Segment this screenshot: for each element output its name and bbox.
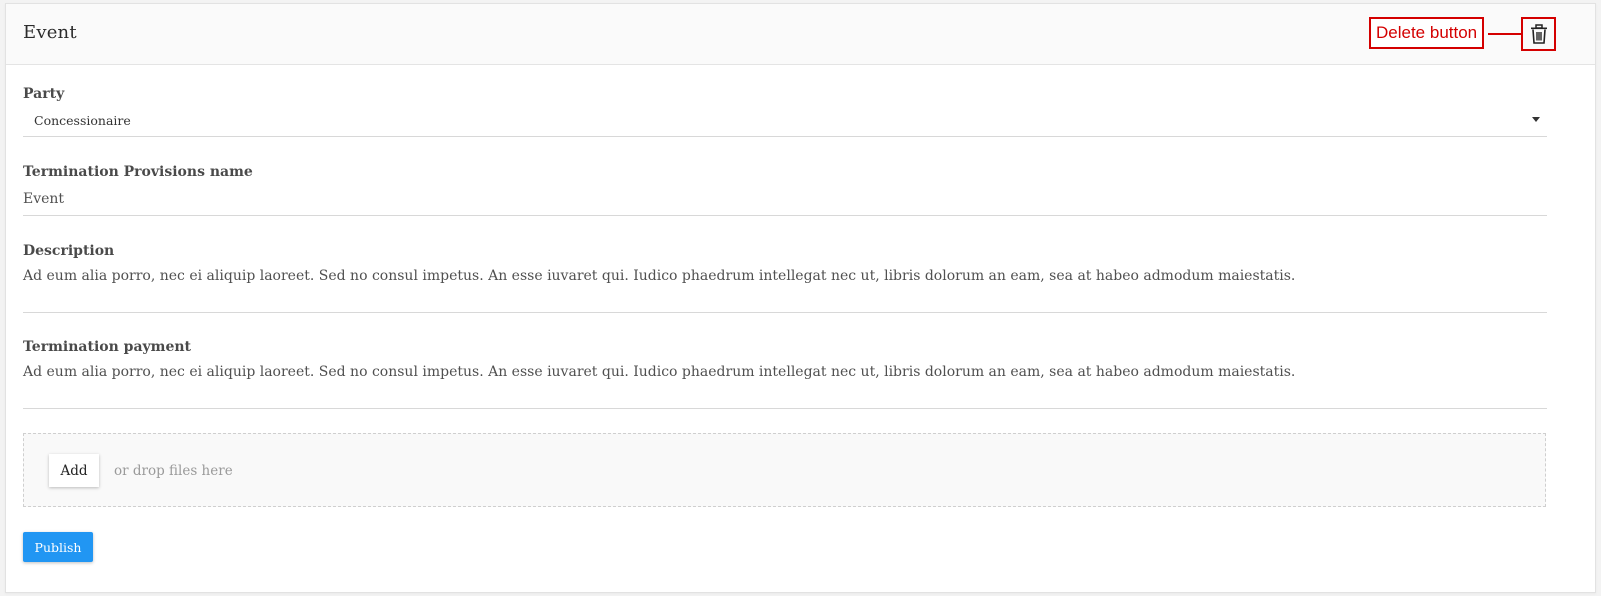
card-title: Event bbox=[23, 22, 77, 43]
caret-down-icon bbox=[1532, 117, 1540, 122]
file-dropzone[interactable]: Add or drop files here bbox=[23, 433, 1546, 507]
party-underline bbox=[23, 136, 1547, 137]
payment-label: Termination payment bbox=[23, 339, 192, 355]
payment-underline bbox=[23, 408, 1547, 409]
party-select[interactable]: Concessionaire bbox=[23, 106, 1547, 136]
annotation-connector bbox=[1488, 33, 1521, 35]
name-underline bbox=[23, 215, 1547, 216]
party-label: Party bbox=[23, 86, 65, 102]
card-header: Event Delete button bbox=[6, 4, 1595, 65]
event-card: Event Delete button Party Concessionaire… bbox=[5, 3, 1596, 593]
payment-text[interactable]: Ad eum alia porro, nec ei aliquip laoree… bbox=[23, 364, 1295, 380]
add-file-button[interactable]: Add bbox=[49, 454, 99, 487]
party-select-value: Concessionaire bbox=[34, 113, 131, 128]
description-text[interactable]: Ad eum alia porro, nec ei aliquip laoree… bbox=[23, 268, 1295, 284]
delete-button[interactable] bbox=[1521, 17, 1556, 51]
publish-button[interactable]: Publish bbox=[23, 532, 93, 562]
trash-icon bbox=[1530, 24, 1547, 44]
delete-button-annotation: Delete button bbox=[1369, 17, 1485, 49]
name-input[interactable]: Event bbox=[23, 191, 64, 207]
name-label: Termination Provisions name bbox=[23, 164, 253, 180]
description-label: Description bbox=[23, 243, 115, 259]
drop-hint: or drop files here bbox=[114, 463, 233, 479]
description-underline bbox=[23, 312, 1547, 313]
